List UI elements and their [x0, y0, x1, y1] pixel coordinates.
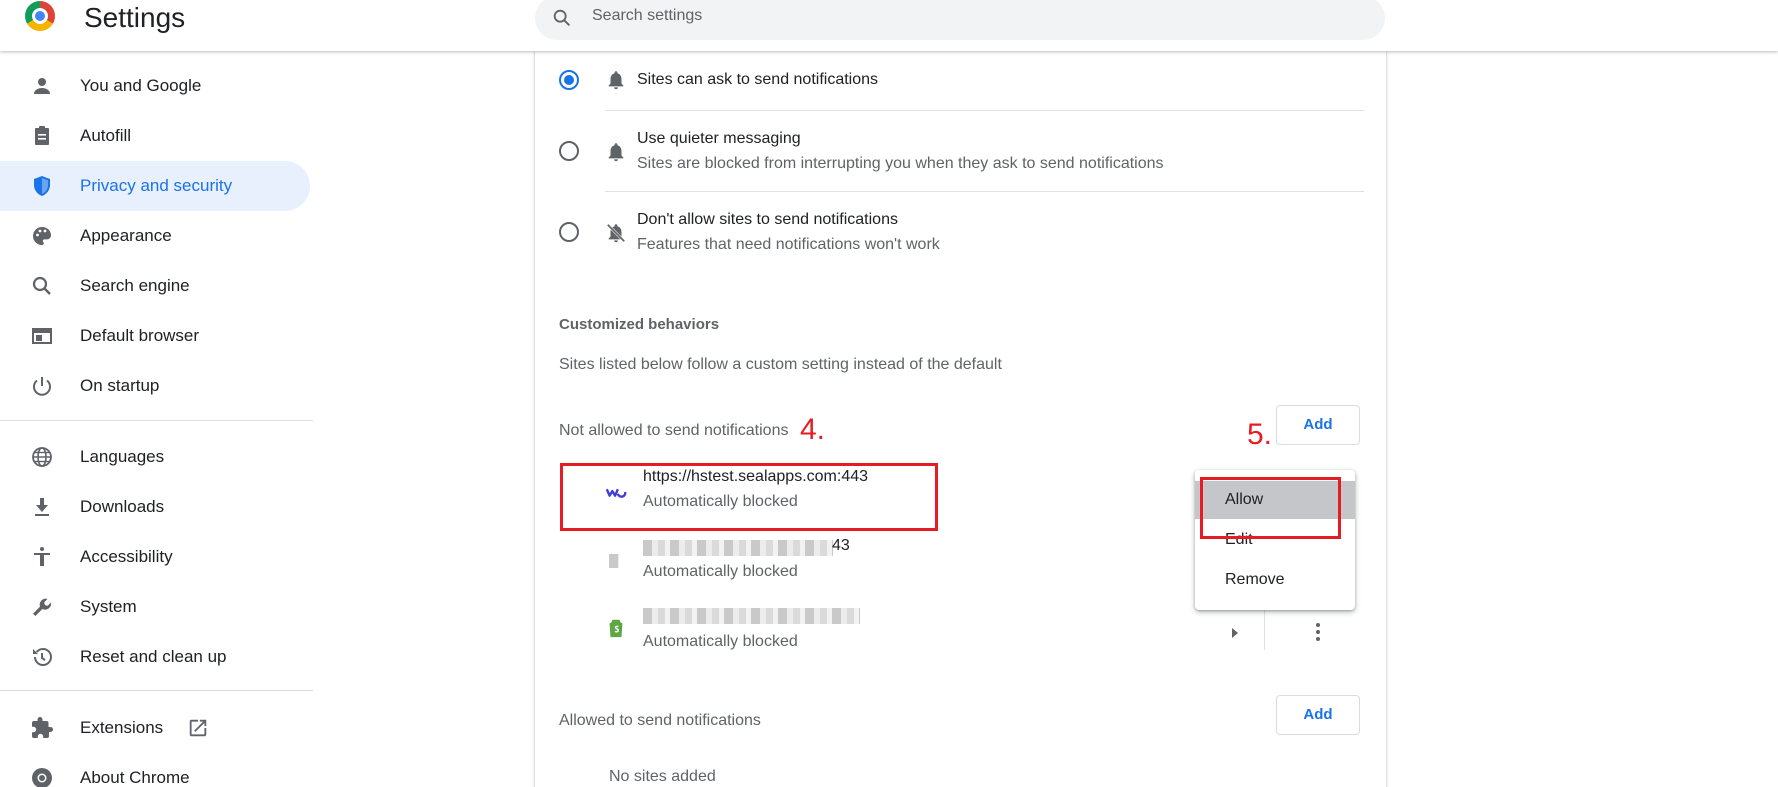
- sidebar-item-label: Reset and clean up: [80, 647, 227, 666]
- sidebar-item-reset-and-clean-up[interactable]: Reset and clean up: [0, 632, 310, 682]
- sidebar-item-label: Languages: [80, 447, 165, 466]
- browser-window-icon: [32, 328, 52, 344]
- sidebar-item-languages[interactable]: Languages: [0, 432, 310, 482]
- sidebar-item-you-and-google[interactable]: You and Google: [0, 61, 310, 111]
- search-input[interactable]: Search settings: [535, 0, 1385, 40]
- annotation-highlight-site: [560, 463, 938, 531]
- annotation-step-5: 5.: [1247, 418, 1273, 451]
- reset-history-icon: [33, 647, 52, 666]
- sidebar-item-label: Downloads: [80, 497, 165, 516]
- sidebar-item-privacy-and-security[interactable]: Privacy and security: [0, 161, 310, 211]
- shield-icon: [34, 176, 50, 196]
- option-label: Don't allow sites to send notifications: [637, 211, 898, 228]
- accessibility-icon: [34, 547, 50, 566]
- search-icon: [553, 9, 570, 26]
- bell-icon: [608, 71, 624, 90]
- page-title: Settings: [84, 2, 186, 33]
- divider: [1264, 610, 1265, 650]
- download-icon: [35, 498, 49, 516]
- sidebar-divider: [0, 420, 313, 421]
- option-description: Features that need notifications won't w…: [637, 236, 940, 253]
- sidebar-item-extensions[interactable]: Extensions: [0, 703, 310, 753]
- radio-dont-allow[interactable]: [559, 222, 579, 242]
- annotation-highlight-allow: [1200, 477, 1341, 539]
- sidebar-item-search-engine[interactable]: Search engine: [0, 261, 310, 311]
- sidebar-item-system[interactable]: System: [0, 582, 310, 632]
- add-blocked-site-button[interactable]: Add: [1276, 405, 1360, 445]
- palette-icon: [33, 227, 51, 245]
- annotation-step-4: 4.: [800, 413, 826, 446]
- sidebar-item-label: About Chrome: [80, 768, 190, 787]
- expand-arrow-icon[interactable]: [1232, 628, 1238, 638]
- top-bar: Settings Search settings: [0, 0, 1778, 51]
- bell-off-icon: [606, 223, 626, 243]
- blocked-section-label: Not allowed to send notifications: [559, 422, 789, 439]
- customized-behaviors-description: Sites listed below follow a custom setti…: [559, 356, 1002, 373]
- sidebar-item-downloads[interactable]: Downloads: [0, 482, 310, 532]
- sidebar-item-appearance[interactable]: Appearance: [0, 211, 310, 261]
- bell-icon: [608, 143, 624, 162]
- search-placeholder: Search settings: [592, 7, 703, 24]
- blurred-site-url: [643, 540, 833, 556]
- divider: [605, 110, 1364, 111]
- external-link-icon: [189, 719, 207, 737]
- sidebar-item-autofill[interactable]: Autofill: [0, 111, 310, 161]
- site-url-suffix: 43: [832, 537, 850, 554]
- site-row[interactable]: Automatically blocked: [559, 602, 1379, 664]
- clipboard-icon: [35, 126, 49, 145]
- sidebar-item-label: Privacy and security: [80, 176, 233, 195]
- chrome-icon: [32, 768, 52, 787]
- blurred-site-url: [643, 608, 860, 624]
- sidebar-item-on-startup[interactable]: On startup: [0, 361, 310, 411]
- search-icon: [32, 276, 51, 295]
- divider: [605, 191, 1364, 192]
- sidebar-divider: [0, 690, 313, 691]
- menu-item-remove[interactable]: Remove: [1195, 561, 1355, 599]
- option-label: Use quieter messaging: [637, 130, 801, 147]
- chrome-logo-icon: [25, 1, 55, 31]
- shopify-bag-icon: [609, 619, 623, 638]
- no-sites-text: No sites added: [609, 768, 716, 785]
- sidebar-item-accessibility[interactable]: Accessibility: [0, 532, 310, 582]
- site-status: Automatically blocked: [643, 633, 798, 650]
- sidebar-item-label: Accessibility: [80, 547, 173, 566]
- sidebar-item-label: Autofill: [80, 126, 132, 145]
- puzzle-icon: [32, 717, 53, 738]
- sidebar-item-label: Appearance: [80, 226, 172, 245]
- site-status: Automatically blocked: [643, 563, 798, 580]
- option-description: Sites are blocked from interrupting you …: [637, 155, 1164, 172]
- sidebar-item-label: Search engine: [80, 276, 190, 295]
- wrench-icon: [33, 598, 52, 616]
- globe-icon: [32, 447, 52, 467]
- option-label: Sites can ask to send notifications: [637, 71, 879, 88]
- sidebar-item-label: Default browser: [80, 326, 200, 345]
- sidebar-item-label: You and Google: [80, 76, 202, 95]
- more-actions-icon[interactable]: [1315, 622, 1321, 644]
- power-icon: [33, 377, 51, 396]
- customized-behaviors-heading: Customized behaviors: [559, 316, 720, 333]
- site-row[interactable]: 43 Automatically blocked: [559, 532, 959, 594]
- sidebar-item-label: On startup: [80, 376, 160, 395]
- person-icon: [34, 78, 50, 94]
- sidebar-item-about-chrome[interactable]: About Chrome: [0, 753, 310, 787]
- blurred-site-icon: [609, 554, 619, 568]
- allowed-section-label: Allowed to send notifications: [559, 712, 761, 729]
- sidebar-item-label: System: [80, 597, 137, 616]
- radio-sites-can-ask[interactable]: [559, 70, 579, 90]
- add-allowed-site-button[interactable]: Add: [1276, 695, 1360, 735]
- radio-quieter-messaging[interactable]: [559, 141, 579, 161]
- sidebar-item-label: Extensions: [80, 718, 164, 737]
- sidebar-item-default-browser[interactable]: Default browser: [0, 311, 310, 361]
